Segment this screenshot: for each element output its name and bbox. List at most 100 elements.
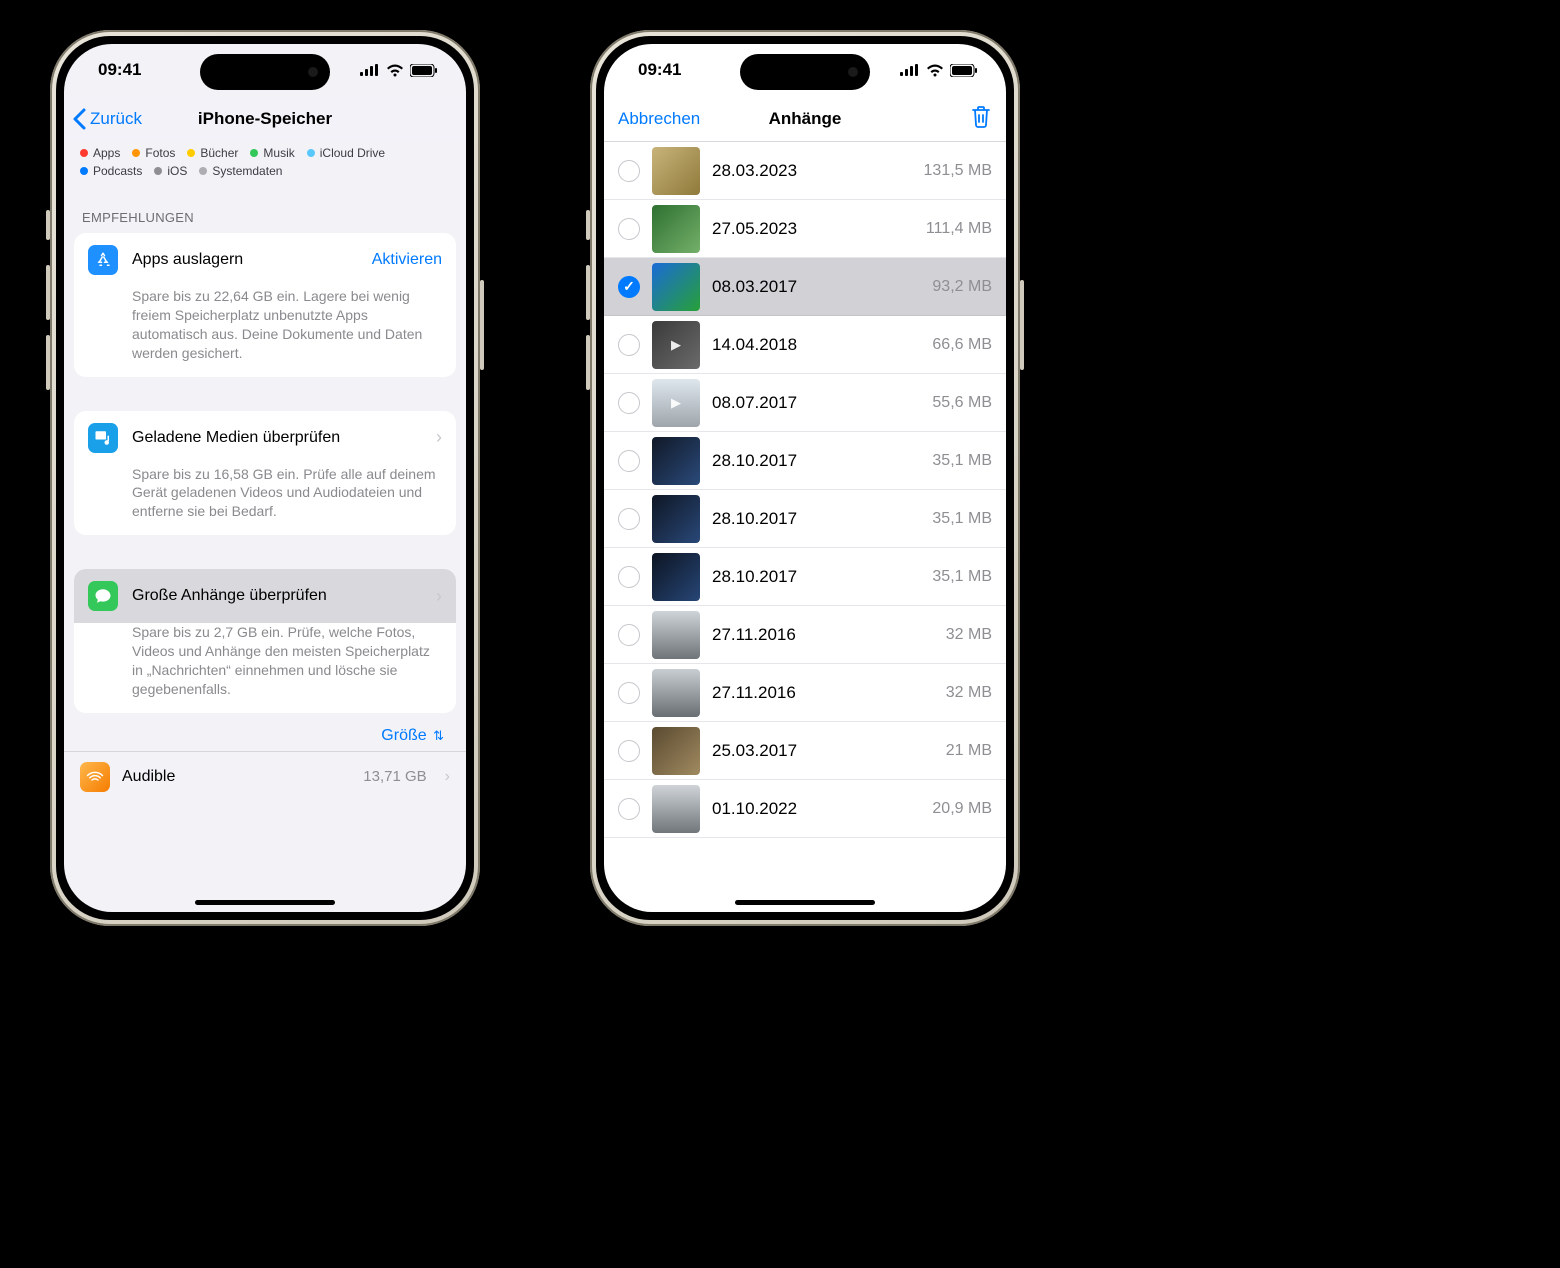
device-right: 09:41 Abbrechen Anhänge 28.03.2023131,5 … [590,30,1020,926]
dynamic-island [740,54,870,90]
legend-item: iCloud Drive [307,146,385,160]
sort-arrows-icon: ⇅ [433,728,444,743]
selection-radio[interactable] [618,508,640,530]
cancel-button[interactable]: Abbrechen [618,109,700,129]
app-size: 13,71 GB [363,768,426,785]
legend-label: Apps [93,146,120,160]
back-label: Zurück [90,109,142,129]
power-button [480,280,484,370]
attachment-row[interactable]: 25.03.2017 21 MB [604,722,1006,780]
attachment-row[interactable]: ▶ 08.07.2017 55,6 MB [604,374,1006,432]
attachment-row[interactable]: 27.11.2016 32 MB [604,606,1006,664]
attachment-size: 21 MB [946,742,992,760]
legend-dot-icon [154,167,162,175]
recommendation-row-review-media[interactable]: Geladene Medien überprüfen › [74,411,456,465]
app-row-audible[interactable]: Audible 13,71 GB › [64,751,466,802]
attachment-row[interactable]: 01.10.202220,9 MB [604,780,1006,838]
attachment-thumbnail [652,553,700,601]
recommendation-row-offload[interactable]: Apps auslagern Aktivieren [74,233,456,287]
status-time: 09:41 [98,60,141,80]
attachment-thumbnail: ▶ [652,379,700,427]
recommendation-card-offload-apps: Apps auslagern Aktivieren Spare bis zu 2… [74,233,456,377]
status-time: 09:41 [638,60,681,80]
legend-item: Apps [80,146,120,160]
attachment-size: 35,1 MB [932,510,992,528]
attachment-date: 01.10.2022 [712,799,920,819]
navbar: Zurück iPhone-Speicher [64,96,466,142]
attachment-thumbnail: ▶ [652,321,700,369]
attachment-row[interactable]: 08.03.201793,2 MB [604,258,1006,316]
attachment-date: 28.10.2017 [712,451,920,471]
play-overlay-icon: ▶ [652,321,700,369]
attachment-thumbnail [652,147,700,195]
cellular-icon [900,64,920,76]
storage-legend: Apps Fotos Bücher Musik iCloud Drive Podcasts… [64,142,466,188]
attachment-thumbnail [652,785,700,833]
attachment-size: 131,5 MB [924,162,992,180]
attachment-thumbnail [652,263,700,311]
legend-item: Musik [250,146,294,160]
back-button[interactable]: Zurück [72,108,142,130]
legend-item: Fotos [132,146,175,160]
attachment-row[interactable]: 28.10.2017 35,1 MB [604,548,1006,606]
selection-radio[interactable] [618,160,640,182]
attachment-size: 32 MB [946,684,992,702]
attachment-date: 08.07.2017 [712,393,920,413]
legend-label: Podcasts [93,164,142,178]
attachment-thumbnail [652,611,700,659]
attachment-date: 28.10.2017 [712,567,920,587]
home-indicator[interactable] [195,900,335,905]
side-button [586,210,590,240]
media-icon [88,423,118,453]
attachment-row[interactable]: 28.10.201735,1 MB [604,490,1006,548]
legend-dot-icon [132,149,140,157]
sort-label: Größe [381,727,426,744]
selection-radio[interactable] [618,276,640,298]
recommendation-title: Geladene Medien überprüfen [132,429,422,447]
attachment-row[interactable]: 28.03.2023131,5 MB [604,142,1006,200]
attachment-date: 27.11.2016 [712,625,934,645]
sort-button[interactable]: Größe ⇅ [64,713,466,751]
attachment-row[interactable]: 28.10.201735,1 MB [604,432,1006,490]
selection-radio[interactable] [618,566,640,588]
legend-label: Musik [263,146,294,160]
attachment-size: 32 MB [946,626,992,644]
legend-item: Bücher [187,146,238,160]
recommendation-title: Große Anhänge überprüfen [132,587,422,605]
attachment-row[interactable]: 27.05.2023 111,4 MB [604,200,1006,258]
attachment-date: 27.05.2023 [712,219,914,239]
recommendation-row-large-attachments[interactable]: Große Anhänge überprüfen › [74,569,456,623]
legend-label: iCloud Drive [320,146,385,160]
attachment-thumbnail [652,669,700,717]
delete-button[interactable] [970,104,992,133]
selection-radio[interactable] [618,624,640,646]
recommendation-card-large-attachments: Große Anhänge überprüfen › Spare bis zu … [74,569,456,713]
volume-up-button [586,265,590,320]
device-left: 09:41 Zurück iPhone-Speicher Apps Fotos Bü… [50,30,480,926]
wifi-icon [386,64,404,77]
attachment-size: 111,4 MB [926,220,992,238]
wifi-icon [926,64,944,77]
recommendation-desc: Spare bis zu 22,64 GB ein. Lagere bei we… [74,287,456,377]
selection-radio[interactable] [618,740,640,762]
selection-radio[interactable] [618,450,640,472]
home-indicator[interactable] [735,900,875,905]
chevron-left-icon [72,108,86,130]
legend-dot-icon [80,167,88,175]
navbar: Abbrechen Anhänge [604,96,1006,142]
selection-radio[interactable] [618,798,640,820]
attachment-date: 25.03.2017 [712,741,934,761]
selection-radio[interactable] [618,392,640,414]
attachment-row[interactable]: 27.11.201632 MB [604,664,1006,722]
attachment-size: 35,1 MB [932,568,992,586]
attachment-size: 55,6 MB [932,394,992,412]
attachment-thumbnail [652,727,700,775]
selection-radio[interactable] [618,218,640,240]
legend-label: Systemdaten [212,164,282,178]
attachment-row[interactable]: ▶14.04.201866,6 MB [604,316,1006,374]
activate-button[interactable]: Aktivieren [372,251,442,269]
legend-item: iOS [154,164,187,178]
selection-radio[interactable] [618,682,640,704]
recommendation-desc: Spare bis zu 2,7 GB ein. Prüfe, welche F… [74,623,456,713]
selection-radio[interactable] [618,334,640,356]
